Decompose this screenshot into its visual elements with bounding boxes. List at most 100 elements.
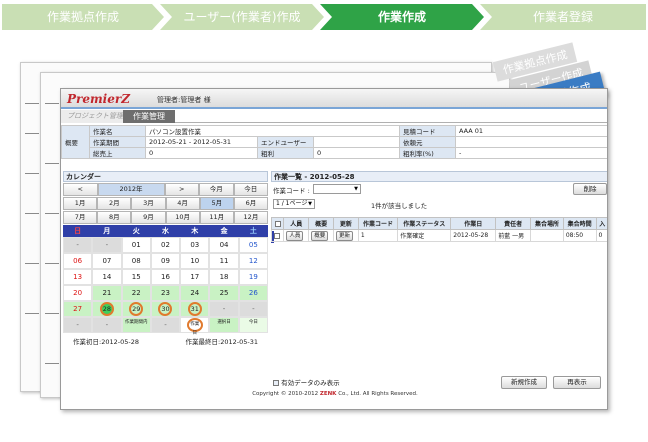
- day-cell[interactable]: 17: [180, 269, 210, 285]
- day-cell-in-period[interactable]: 23: [150, 285, 181, 301]
- day-cell[interactable]: 08: [121, 253, 151, 269]
- col-work-code: 作業コード: [357, 217, 399, 230]
- day-cell[interactable]: 04: [209, 237, 239, 253]
- day-31[interactable]: 31: [187, 302, 202, 316]
- table-header-row: 人員 概要 更新 作業コード 作業ステータス 作業日 責任者 集合場所 集合時間…: [270, 217, 607, 230]
- step-create-user: ユーザー(作業者)作成: [160, 4, 324, 30]
- day-cell-in-period[interactable]: 24: [180, 285, 210, 301]
- day-cell: -: [92, 237, 122, 253]
- dow-thu: 木: [180, 225, 210, 237]
- new-create-button[interactable]: 新規作成: [501, 376, 547, 389]
- day-cell[interactable]: 11: [209, 253, 239, 269]
- day-cell[interactable]: 14: [92, 269, 122, 285]
- page-select[interactable]: 1 / 1ページ ▼: [273, 199, 315, 209]
- month-button-10[interactable]: 10月: [165, 211, 200, 224]
- row-work-code: 1: [357, 229, 399, 242]
- this-month-button[interactable]: 今月: [199, 183, 234, 196]
- copyright: Copyright © 2010-2012 ZENK Co., Ltd. All…: [252, 391, 418, 397]
- legend-in-period: 作業期間内: [121, 317, 151, 333]
- month-button-12[interactable]: 12月: [233, 211, 269, 224]
- legend-today: 今日: [238, 317, 268, 333]
- day-cell[interactable]: 13: [63, 269, 93, 285]
- next-year-button[interactable]: >: [164, 183, 199, 196]
- chevron-down-icon: ▼: [354, 186, 358, 192]
- table-row[interactable]: 人員 概要 更新 1 作業確定 2012-05-28 前藍 一男 08:50 0: [270, 229, 607, 242]
- total-sales-label: 総売上: [89, 147, 146, 159]
- month-button-2[interactable]: 2月: [97, 197, 132, 210]
- estimate-code-label: 見積コード: [399, 125, 456, 137]
- active-only-filter[interactable]: 有効データのみ表示: [273, 377, 340, 387]
- day-cell[interactable]: 20: [63, 285, 93, 301]
- day-29[interactable]: 29: [129, 302, 144, 316]
- step-create-work-site: 作業拠点作成: [2, 4, 164, 30]
- day-cell[interactable]: 16: [150, 269, 181, 285]
- profit-rate-label: 粗利率(%): [399, 147, 456, 159]
- day-cell[interactable]: 01: [121, 237, 151, 253]
- day-cell-in-period[interactable]: 27: [63, 301, 93, 317]
- day-cell[interactable]: 06: [63, 253, 93, 269]
- today-button[interactable]: 今日: [233, 183, 268, 196]
- calendar-panel: カレンダー < 2012年 > 今月 今日 1月 2月 3月 4月 5月 6月 …: [63, 171, 269, 349]
- logo: PremierZ: [67, 92, 130, 106]
- day-cell-in-period[interactable]: 21: [92, 285, 122, 301]
- row-extra: 0: [595, 229, 607, 242]
- day-cell-in-period[interactable]: 26: [238, 285, 268, 301]
- day-cell[interactable]: 03: [180, 237, 210, 253]
- month-button-5[interactable]: 5月: [199, 197, 234, 210]
- row-work-date: 2012-05-28: [450, 229, 497, 242]
- personnel-button[interactable]: 人員: [286, 230, 304, 241]
- day-cell[interactable]: 12: [238, 253, 268, 269]
- day-cell[interactable]: 18: [209, 269, 239, 285]
- tab-work-management[interactable]: 作業管理: [123, 110, 175, 123]
- day-cell-in-period[interactable]: 22: [121, 285, 151, 301]
- day-cell-work-day[interactable]: 30: [150, 301, 181, 317]
- month-button-4[interactable]: 4月: [165, 197, 200, 210]
- prev-year-button[interactable]: <: [63, 183, 98, 196]
- month-button-8[interactable]: 8月: [97, 211, 132, 224]
- legend-cell: -: [92, 317, 122, 333]
- work-code-select[interactable]: ▼: [313, 184, 361, 194]
- col-work-date: 作業日: [450, 217, 497, 230]
- overview-button[interactable]: 概要: [311, 230, 329, 241]
- legend-selected-day: 選択日: [209, 317, 239, 333]
- day-cell-in-period[interactable]: 25: [209, 285, 239, 301]
- day-cell[interactable]: 09: [150, 253, 181, 269]
- day-cell-work-day[interactable]: 31: [180, 301, 210, 317]
- client-value: [455, 136, 607, 148]
- row-checkbox[interactable]: [274, 232, 280, 239]
- chevron-down-icon: ▼: [308, 201, 312, 207]
- day-cell[interactable]: 15: [121, 269, 151, 285]
- day-28-selected[interactable]: 28: [99, 302, 114, 316]
- result-count: 1件が該当しました: [371, 202, 428, 210]
- month-button-1[interactable]: 1月: [63, 197, 98, 210]
- day-cell[interactable]: 10: [180, 253, 210, 269]
- col-check[interactable]: [270, 217, 285, 230]
- month-button-3[interactable]: 3月: [131, 197, 166, 210]
- day-cell[interactable]: 05: [238, 237, 268, 253]
- tab-project-management[interactable]: プロジェクト管理: [61, 110, 129, 123]
- day-cell-work-day[interactable]: 29: [121, 301, 151, 317]
- day-cell-work-day[interactable]: 28: [92, 301, 122, 317]
- month-button-9[interactable]: 9月: [131, 211, 166, 224]
- month-button-7[interactable]: 7月: [63, 211, 98, 224]
- refresh-button[interactable]: 再表示: [553, 376, 601, 389]
- end-user-value: [313, 136, 400, 148]
- update-button[interactable]: 更新: [336, 230, 354, 241]
- month-button-11[interactable]: 11月: [199, 211, 234, 224]
- client-label: 依頼元: [399, 136, 456, 148]
- user-info: 管理者:管理者 様: [157, 96, 211, 104]
- delete-button[interactable]: 削除: [573, 183, 607, 195]
- calendar-nav: < 2012年 > 今月 今日: [63, 183, 268, 196]
- active-only-checkbox[interactable]: [273, 380, 279, 386]
- dow-wed: 水: [150, 225, 181, 237]
- task-list-title: 作業一覧 - 2012-05-28: [271, 171, 607, 182]
- day-30[interactable]: 30: [158, 302, 173, 316]
- select-all-checkbox[interactable]: [274, 220, 281, 227]
- day-cell[interactable]: 07: [92, 253, 122, 269]
- col-work-status: 作業ステータス: [397, 217, 452, 230]
- day-cell: -: [209, 301, 239, 317]
- col-overview: 概要: [308, 217, 335, 230]
- day-cell[interactable]: 02: [150, 237, 181, 253]
- month-button-6[interactable]: 6月: [233, 197, 269, 210]
- day-cell[interactable]: 19: [238, 269, 268, 285]
